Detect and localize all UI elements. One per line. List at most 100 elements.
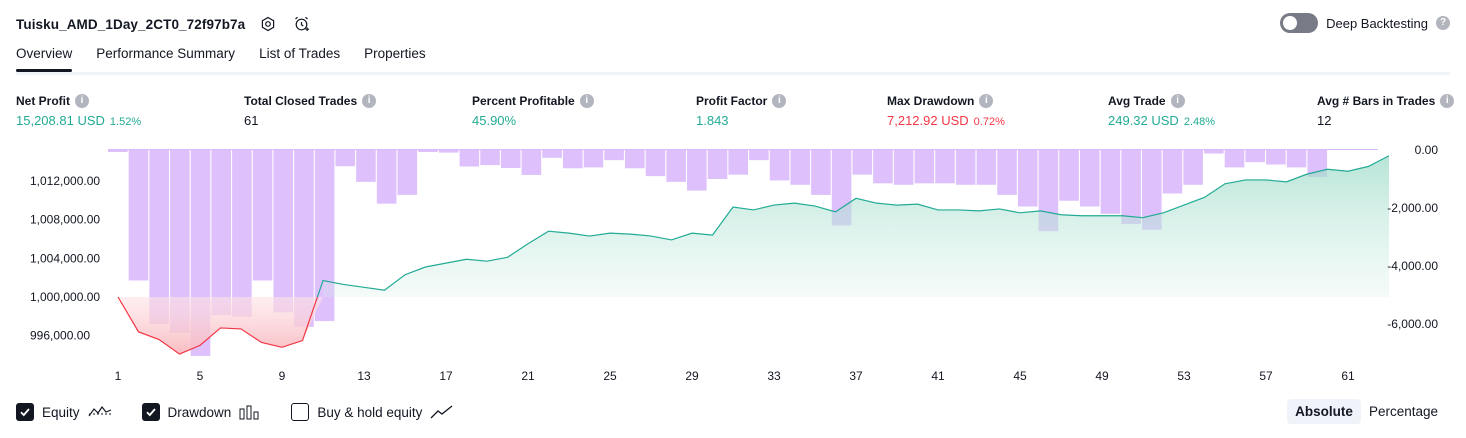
equity-loss-area: [118, 297, 323, 355]
left-axis-tick: 1,000,000.00: [30, 290, 100, 304]
avg-trade-label: Avg Trade: [1108, 94, 1166, 108]
info-icon[interactable]: i: [579, 94, 594, 108]
right-axis-tick: 0.00: [1415, 143, 1439, 157]
scale-mode-switch: Absolute Percentage: [1287, 399, 1446, 424]
drawdown-bar: [687, 150, 707, 191]
x-axis-tick: 1: [115, 369, 122, 383]
deep-backtesting-toggle[interactable]: [1280, 13, 1319, 33]
drawdown-bar: [273, 150, 294, 313]
metric-profit-factor: Profit Factor i 1.843: [696, 94, 787, 128]
legend-drawdown-label: Drawdown: [167, 404, 232, 420]
total-closed-trades-value: 61: [244, 113, 259, 128]
drawdown-bar: [1079, 150, 1100, 207]
avg-bars-label: Avg # Bars in Trades: [1317, 94, 1436, 108]
equity-drawdown-chart[interactable]: 1,012,000.00 1,008,000.00 1,004,000.00 1,00…: [0, 140, 1466, 395]
info-icon[interactable]: i: [772, 94, 787, 108]
drawdown-bar: [811, 150, 831, 195]
x-axis-tick: 21: [521, 369, 535, 383]
drawdown-bar: [1204, 150, 1224, 154]
deep-backtesting: Deep Backtesting ?: [1280, 13, 1450, 33]
drawdown-bar: [976, 150, 997, 185]
strategy-title: Tuisku_AMD_1Day_2CT0_72f97b7a: [16, 16, 246, 32]
drawdown-bar: [500, 150, 521, 168]
x-axis-tick: 25: [603, 369, 617, 383]
legend-equity[interactable]: Equity: [16, 403, 112, 421]
left-axis-tick: 996,000.00: [30, 329, 90, 343]
add-alert-icon[interactable]: [291, 13, 313, 35]
max-drawdown-pct: 0.72%: [973, 116, 1005, 128]
drawdown-bar: [1286, 150, 1307, 168]
metric-avg-bars: Avg # Bars in Trades i 12: [1317, 94, 1455, 128]
net-profit-value: 15,208.81 USD: [16, 113, 105, 128]
x-axis-tick: 45: [1013, 369, 1027, 383]
drawdown-bar: [873, 150, 893, 184]
legend-buy-hold[interactable]: Buy & hold equity: [291, 403, 454, 421]
tabs-divider: [16, 72, 1450, 75]
drawdown-bar: [769, 150, 790, 181]
drawdown-bar: [542, 150, 562, 158]
drawdown-bar: [1059, 150, 1079, 201]
x-axis: 1 5 9 13 17 21 25 29 33 37 41 45 49 53 57 61: [115, 369, 1355, 383]
left-axis-tick: 1,008,000.00: [30, 213, 100, 227]
drawdown-bar: [521, 150, 542, 175]
metric-percent-profitable: Percent Profitable i 45.90%: [472, 94, 594, 128]
deep-backtesting-label: Deep Backtesting: [1326, 15, 1428, 31]
drawdown-bar: [645, 150, 666, 177]
metric-net-profit: Net Profit i 15,208.81 USD 1.52%: [16, 94, 141, 128]
info-icon[interactable]: i: [979, 94, 994, 108]
info-icon[interactable]: i: [1440, 94, 1455, 108]
drawdown-bar: [997, 150, 1017, 195]
avg-trade-pct: 2.48%: [1183, 116, 1216, 128]
drawdown-checkbox[interactable]: [141, 403, 160, 421]
tab-list-of-trades[interactable]: List of Trades: [259, 46, 340, 69]
drawdown-bar: [128, 150, 149, 281]
tab-overview[interactable]: Overview: [16, 46, 73, 72]
drawdown-bar: [252, 150, 273, 281]
drawdown-bar: [790, 150, 811, 185]
tab-properties[interactable]: Properties: [364, 46, 426, 69]
drawdown-bar: [955, 150, 976, 185]
x-axis-tick: 49: [1095, 369, 1109, 383]
x-axis-tick: 57: [1259, 369, 1273, 383]
x-axis-tick: 53: [1177, 369, 1191, 383]
drawdown-bar: [562, 150, 583, 169]
drawdown-bar: [397, 150, 418, 195]
drawdown-bar: [1017, 150, 1038, 207]
x-axis-tick: 41: [931, 369, 945, 383]
mode-percentage-button[interactable]: Percentage: [1361, 399, 1446, 424]
info-icon[interactable]: i: [1170, 94, 1185, 108]
right-axis-tick: -2,000.00: [1387, 201, 1438, 215]
avg-trade-value: 249.32 USD: [1108, 113, 1179, 128]
tab-bar: Overview Performance Summary List of Tra…: [16, 46, 426, 72]
equity-checkbox[interactable]: [16, 403, 34, 421]
left-axis-tick: 1,004,000.00: [30, 251, 100, 265]
total-closed-trades-label: Total Closed Trades: [244, 94, 358, 108]
chart-legend: Equity Drawdown Buy & hold equity: [16, 403, 484, 421]
drawdown-bar: [335, 150, 356, 167]
info-icon[interactable]: i: [362, 94, 377, 108]
help-icon[interactable]: ?: [1436, 16, 1450, 30]
right-axis-tick: -6,000.00: [1387, 317, 1438, 331]
drawdown-bar: [1224, 150, 1245, 168]
legend-buy-hold-label: Buy & hold equity: [317, 404, 423, 420]
drawdown-bar: [1162, 150, 1183, 194]
right-axis: 0.00 -2,000.00 -4,000.00 -6,000.00: [1387, 143, 1438, 331]
x-axis-tick: 17: [439, 369, 453, 383]
settings-icon[interactable]: [257, 13, 279, 35]
drawdown-bar: [108, 150, 128, 153]
drawdown-bar: [728, 150, 748, 175]
drawdown-bar: [438, 150, 459, 153]
info-icon[interactable]: i: [75, 94, 89, 108]
percent-profitable-label: Percent Profitable: [472, 94, 575, 108]
equity-gain-area: [323, 155, 1389, 297]
buy-hold-checkbox[interactable]: [291, 403, 310, 421]
profit-factor-value: 1.843: [696, 113, 729, 128]
legend-drawdown[interactable]: Drawdown: [141, 403, 262, 421]
net-profit-label: Net Profit: [16, 94, 70, 108]
x-axis-tick: 61: [1341, 369, 1355, 383]
max-drawdown-value: 7,212.92 USD: [887, 113, 969, 128]
buy-hold-line-icon: [430, 404, 454, 420]
x-axis-tick: 9: [279, 369, 286, 383]
mode-absolute-button[interactable]: Absolute: [1287, 399, 1361, 424]
tab-performance-summary[interactable]: Performance Summary: [96, 46, 235, 69]
